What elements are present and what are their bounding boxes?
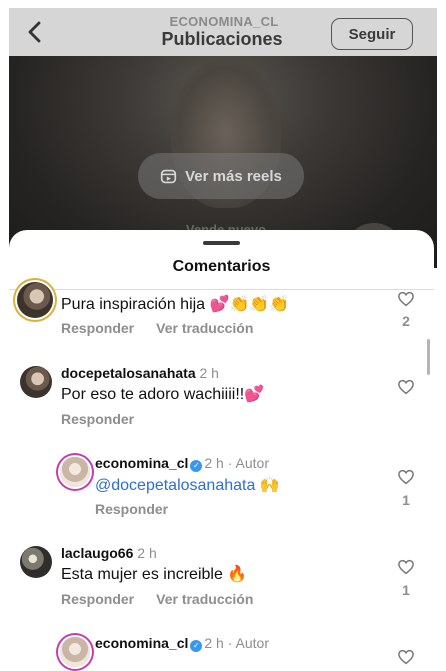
translate-button[interactable]: Ver traducción — [156, 320, 253, 336]
comment-actions: Responder Ver traducción — [61, 591, 275, 607]
heart-outline-icon[interactable] — [397, 290, 415, 308]
avatar[interactable] — [60, 637, 90, 667]
comment-time: 2 h — [204, 455, 224, 471]
comment-meta: laclaugo66 2 h — [61, 545, 157, 561]
heart-outline-icon[interactable] — [397, 648, 415, 666]
page-title: Publicaciones — [161, 29, 283, 49]
comment-meta: docepetalosanahata 2 h — [61, 365, 219, 381]
top-bar: ECONOMINA_CL Publicaciones Seguir — [9, 8, 437, 56]
comment-meta: economina_cl ✓ 2 h · Autor — [95, 635, 269, 652]
like-count: 1 — [402, 582, 410, 598]
comment-text: Pura inspiración hija 💕👏👏👏 — [61, 296, 290, 313]
reels-icon — [160, 169, 177, 183]
verified-badge-icon: ✓ — [190, 460, 203, 472]
comment: Pura inspiración hija 💕👏👏👏 Responder Ver … — [9, 272, 434, 344]
avatar[interactable] — [20, 366, 52, 398]
comment-username[interactable]: economina_cl — [95, 635, 188, 651]
account-name[interactable]: ECONOMINA_CL — [149, 14, 299, 29]
heart-outline-icon[interactable] — [397, 468, 415, 486]
author-label: Autor — [235, 455, 269, 471]
heart-outline-icon[interactable] — [397, 558, 415, 576]
comment-text: @docepetalosanahata 🙌 — [95, 475, 280, 495]
comment-username[interactable]: docepetalosanahata — [61, 365, 196, 381]
comment: laclaugo66 2 h Esta mujer es increible 🔥… — [9, 538, 434, 618]
comment-reply: economina_cl ✓ 2 h · Autor — [9, 628, 434, 671]
comment-time: 2 h — [199, 365, 219, 381]
comment-username[interactable]: laclaugo66 — [61, 545, 133, 561]
comment-time: 2 h — [137, 545, 157, 561]
like-count: 2 — [402, 313, 410, 329]
comment-text: Por eso te adoro wachiiii!!💕 — [61, 386, 265, 403]
reel-background: ECONOMINA_CL Publicaciones Seguir Ver má… — [9, 8, 437, 268]
verified-badge-icon: ✓ — [190, 640, 203, 652]
chevron-left-icon[interactable] — [23, 20, 47, 44]
heart-outline-icon[interactable] — [397, 378, 415, 396]
comment-meta: economina_cl ✓ 2 h · Autor — [95, 455, 269, 472]
more-reels-label: Ver más reels — [185, 167, 282, 185]
comment-time: 2 h — [204, 635, 224, 651]
author-label: Autor — [235, 635, 269, 651]
reply-button[interactable]: Responder — [61, 591, 134, 607]
reply-button[interactable]: Responder — [61, 411, 134, 427]
screen: ECONOMINA_CL Publicaciones Seguir Ver má… — [0, 0, 446, 671]
avatar[interactable] — [20, 546, 52, 578]
comment-reply: economina_cl ✓ 2 h · Autor @docepetalosana… — [9, 448, 434, 528]
comment-actions: Responder — [61, 411, 156, 427]
follow-button[interactable]: Seguir — [331, 18, 413, 50]
comment-emoji: 🙌 — [259, 477, 280, 494]
comment: docepetalosanahata 2 h Por eso te adoro … — [9, 358, 434, 438]
comments-sheet: Comentarios Pura inspiración hija 💕👏👏👏 R… — [9, 230, 434, 671]
reply-button[interactable]: Responder — [61, 320, 134, 336]
more-reels-button[interactable]: Ver más reels — [138, 153, 304, 199]
translate-button[interactable]: Ver traducción — [156, 591, 253, 607]
like-count: 1 — [402, 492, 410, 508]
reply-button[interactable]: Responder — [95, 501, 168, 517]
comment-actions: Responder — [95, 501, 190, 517]
avatar[interactable] — [17, 282, 53, 318]
avatar[interactable] — [60, 457, 90, 487]
comment-text: Esta mujer es increible 🔥 — [61, 566, 248, 583]
mention-link[interactable]: @docepetalosanahata — [95, 477, 255, 494]
sheet-grabber[interactable] — [203, 241, 240, 245]
comment-username[interactable]: economina_cl — [95, 455, 188, 471]
comment-actions: Responder Ver traducción — [61, 320, 275, 336]
